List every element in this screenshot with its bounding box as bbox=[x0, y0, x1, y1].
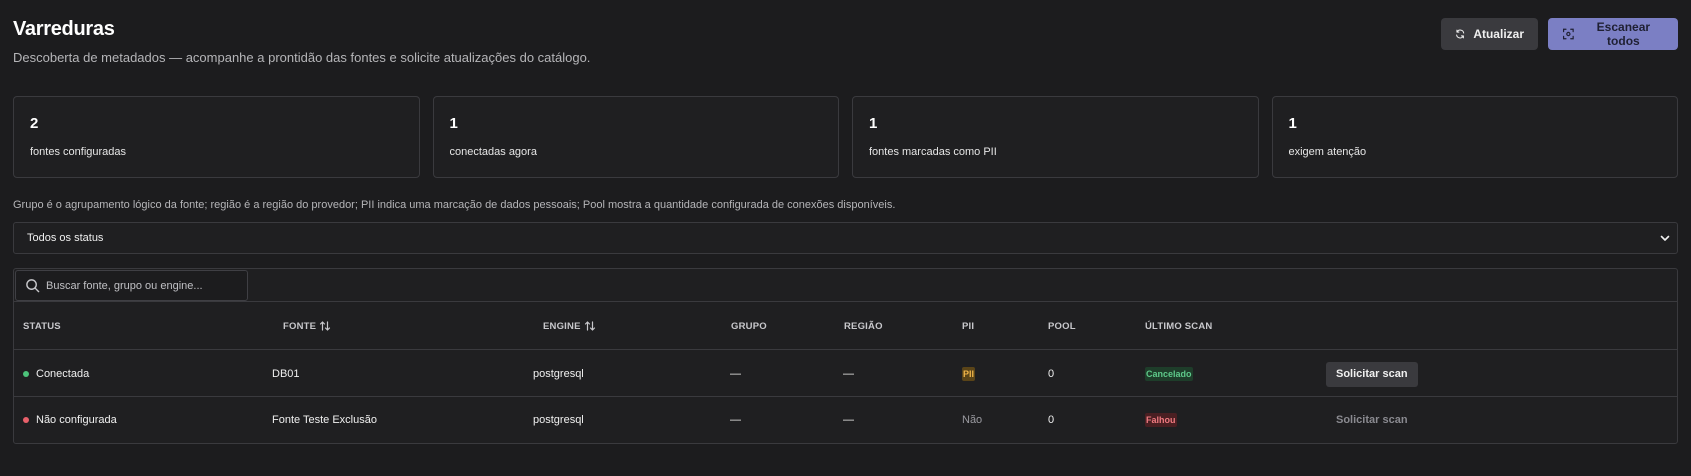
column-header-pii: PII bbox=[962, 302, 974, 350]
stat-value: 1 bbox=[869, 115, 878, 132]
regiao-cell: — bbox=[843, 414, 854, 426]
scan-status-badge: Cancelado bbox=[1145, 367, 1193, 381]
status-filter-select[interactable]: Todos os status bbox=[13, 222, 1678, 254]
request-scan-button[interactable]: Solicitar scan bbox=[1326, 361, 1418, 387]
pool-cell: 0 bbox=[1048, 414, 1055, 426]
header-actions: Atualizar Escanear todos bbox=[1441, 18, 1678, 50]
action-cell: Solicitar scan bbox=[1326, 397, 1418, 443]
chevron-down-icon bbox=[1660, 235, 1670, 241]
ultimo-scan-cell: Cancelado bbox=[1145, 351, 1193, 397]
status-cell: Conectada bbox=[23, 351, 89, 397]
status-dot-icon bbox=[23, 417, 29, 423]
status-filter-value: Todos os status bbox=[27, 232, 104, 244]
column-header-label: FONTE bbox=[283, 320, 317, 332]
fonte-cell: Fonte Teste Exclusão bbox=[272, 414, 377, 426]
stat-label: fontes configuradas bbox=[30, 146, 127, 158]
engine-cell: postgresql bbox=[533, 414, 584, 426]
pii-cell: PII bbox=[962, 351, 976, 397]
column-header-label: GRUPO bbox=[731, 320, 767, 332]
status-text: Conectada bbox=[36, 368, 90, 380]
stat-label: exigem atenção bbox=[1288, 146, 1367, 158]
pii-badge: PII bbox=[962, 367, 976, 381]
refresh-icon bbox=[1456, 29, 1465, 39]
column-header-engine[interactable]: ENGINE bbox=[543, 302, 596, 350]
stat-card-configured: 2 fontes configuradas bbox=[13, 96, 420, 178]
sources-table: STATUS FONTE ENGINE GRUPO REGIÃO PII POO bbox=[13, 268, 1678, 444]
scan-all-button[interactable]: Escanear todos bbox=[1548, 18, 1678, 50]
column-header-pool: POOL bbox=[1048, 302, 1076, 350]
stats-cards: 2 fontes configuradas 1 conectadas agora… bbox=[13, 96, 1678, 178]
column-header-label: POOL bbox=[1048, 320, 1076, 332]
table-row: Não configurada Fonte Teste Exclusão pos… bbox=[14, 397, 1677, 443]
stat-card-pii: 1 fontes marcadas como PII bbox=[852, 96, 1259, 178]
page-header: Varreduras Descoberta de metadados — aco… bbox=[13, 18, 590, 65]
engine-cell: postgresql bbox=[533, 368, 584, 380]
scan-status-badge: Falhou bbox=[1145, 413, 1177, 427]
search-input[interactable] bbox=[46, 279, 236, 292]
action-cell: Solicitar scan bbox=[1326, 351, 1418, 397]
column-header-fonte[interactable]: FONTE bbox=[283, 302, 331, 350]
stat-value: 1 bbox=[1288, 115, 1297, 132]
search-box[interactable] bbox=[15, 270, 248, 301]
pii-cell: Não bbox=[962, 414, 983, 426]
column-header-label: REGIÃO bbox=[844, 320, 883, 332]
column-header-ultimo-scan: ÚLTIMO SCAN bbox=[1145, 302, 1212, 350]
grupo-cell: — bbox=[730, 368, 741, 380]
page-title: Varreduras bbox=[13, 18, 115, 40]
refresh-button[interactable]: Atualizar bbox=[1441, 18, 1538, 50]
column-header-label: PII bbox=[962, 320, 975, 332]
column-header-regiao: REGIÃO bbox=[844, 302, 883, 350]
scan-icon bbox=[1562, 28, 1574, 40]
pool-cell: 0 bbox=[1048, 368, 1055, 380]
status-text: Não configurada bbox=[36, 414, 117, 426]
sort-icon bbox=[584, 321, 595, 331]
columns-legend: Grupo é o agrupamento lógico da fonte; r… bbox=[13, 199, 896, 211]
request-scan-button-disabled: Solicitar scan bbox=[1326, 408, 1418, 433]
fonte-cell: DB01 bbox=[272, 368, 300, 380]
column-header-label: ENGINE bbox=[543, 320, 581, 332]
ultimo-scan-cell: Falhou bbox=[1145, 397, 1177, 443]
stat-value: 1 bbox=[449, 115, 458, 132]
search-icon bbox=[26, 279, 40, 293]
status-dot-icon bbox=[23, 371, 29, 377]
stat-value: 2 bbox=[30, 115, 39, 132]
grupo-cell: — bbox=[730, 414, 741, 426]
regiao-cell: — bbox=[843, 368, 854, 380]
status-cell: Não configurada bbox=[23, 397, 117, 443]
column-header-label: STATUS bbox=[23, 320, 61, 332]
scan-all-button-label: Escanear todos bbox=[1596, 20, 1651, 48]
stat-label: conectadas agora bbox=[449, 146, 537, 158]
column-header-grupo: GRUPO bbox=[731, 302, 767, 350]
stat-label: fontes marcadas como PII bbox=[869, 146, 997, 158]
sort-icon bbox=[320, 321, 331, 331]
refresh-button-label: Atualizar bbox=[1473, 27, 1524, 41]
table-header: STATUS FONTE ENGINE GRUPO REGIÃO PII POO bbox=[14, 302, 1677, 350]
column-header-label: ÚLTIMO SCAN bbox=[1145, 320, 1213, 332]
page-subtitle: Descoberta de metadados — acompanhe a pr… bbox=[13, 50, 591, 65]
stat-card-attention: 1 exigem atenção bbox=[1271, 96, 1678, 178]
column-header-status: STATUS bbox=[23, 302, 61, 350]
table-row: Conectada DB01 postgresql — — PII 0 Canc… bbox=[14, 351, 1677, 397]
stat-card-connected: 1 conectadas agora bbox=[432, 96, 839, 178]
